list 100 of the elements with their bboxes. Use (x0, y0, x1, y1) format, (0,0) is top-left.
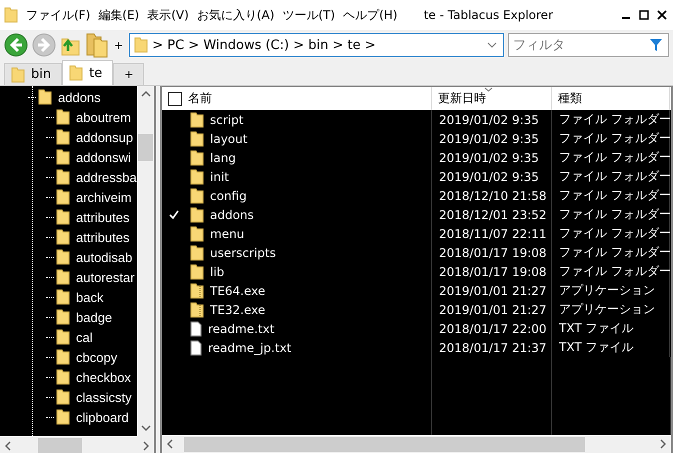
tab[interactable]: te (62, 60, 114, 85)
tree-item[interactable]: addons (38, 89, 101, 105)
folder-icon (56, 209, 70, 225)
scrollbar-thumb[interactable] (138, 134, 153, 161)
scrollbar-thumb[interactable] (38, 438, 82, 453)
modified-date: 2018/01/17 19:08 (439, 246, 547, 260)
file-name[interactable]: TE64.exe (210, 284, 266, 298)
maximize-icon[interactable] (639, 10, 649, 20)
close-icon[interactable] (657, 10, 667, 20)
file-name[interactable]: layout (210, 132, 248, 146)
file-name[interactable]: script (210, 112, 244, 126)
file-name[interactable]: readme_jp.txt (208, 340, 292, 354)
select-all-checkbox[interactable] (168, 92, 182, 106)
file-name[interactable]: TE32.exe (210, 302, 266, 316)
folder-icon (190, 264, 204, 280)
tree-item[interactable]: autorestar (56, 269, 135, 285)
folder-icon (56, 269, 70, 285)
file-name[interactable]: userscripts (210, 246, 276, 260)
column-header[interactable]: 更新日時 (432, 87, 552, 110)
tab[interactable]: bin (4, 63, 62, 85)
tree-item[interactable]: clipboard (56, 409, 129, 425)
top-nav-item[interactable]: ツール(T) (282, 6, 336, 24)
modified-date: 2018/01/17 22:00 (439, 322, 547, 336)
file-type: ファイル フォルダー (559, 263, 671, 280)
window-title: te - Tablacus Explorer (424, 8, 553, 22)
top-nav-item[interactable]: ヘルプ(H) (343, 6, 398, 24)
folder-icon (69, 65, 84, 81)
tree-item[interactable]: back (56, 289, 104, 305)
file-type: ファイル フォルダー (559, 187, 671, 204)
file-name[interactable]: menu (210, 226, 244, 240)
dropdown-icon[interactable] (487, 42, 498, 48)
row-checkbox[interactable] (168, 208, 180, 220)
folders-icon[interactable] (86, 32, 108, 58)
modified-date: 2019/01/01 21:27 (439, 284, 547, 298)
scroll-left-icon[interactable] (166, 439, 174, 449)
tree-item[interactable]: cbcopy (56, 349, 118, 365)
modified-date: 2018/01/17 21:37 (439, 340, 547, 354)
app-icon (4, 7, 18, 23)
tree-item[interactable]: classicsty (56, 389, 132, 405)
filter-icon[interactable] (649, 38, 663, 52)
app-icon (190, 302, 204, 318)
file-type: ファイル フォルダー (559, 225, 671, 242)
scroll-right-icon[interactable] (142, 440, 150, 450)
document-icon (190, 340, 202, 356)
file-name[interactable]: init (210, 170, 229, 184)
scroll-down-icon[interactable] (140, 424, 150, 432)
tree-item[interactable]: archiveim (56, 189, 132, 205)
modified-date: 2019/01/02 9:35 (439, 150, 539, 164)
file-type: ファイル フォルダー (559, 130, 671, 147)
tree-item[interactable]: attributes (56, 209, 130, 225)
file-name[interactable]: readme.txt (208, 322, 274, 336)
folder-icon (190, 130, 204, 146)
tree-item[interactable]: badge (56, 309, 112, 325)
folder-icon (190, 244, 204, 260)
scroll-up-icon[interactable] (140, 90, 150, 98)
tree-item[interactable]: autodisab (56, 249, 132, 265)
file-name[interactable]: lang (210, 150, 236, 164)
column-header[interactable]: 種類 (552, 87, 670, 110)
scroll-left-icon[interactable] (4, 440, 12, 450)
file-type: ファイル フォルダー (559, 206, 671, 223)
folder-icon (38, 89, 52, 105)
address-bar[interactable]: > PC > Windows (C:) > bin > te > (129, 33, 504, 57)
file-type: TXT ファイル (559, 339, 634, 356)
folder-icon (190, 168, 204, 184)
tree-item[interactable]: addonsup (56, 129, 134, 145)
file-name[interactable]: addons (210, 208, 254, 222)
folder-icon (134, 37, 148, 53)
modified-date: 2018/11/07 22:11 (439, 226, 547, 240)
tree-item[interactable]: addonswi (56, 149, 131, 165)
folder-icon (56, 229, 70, 245)
new-tab-button[interactable]: + (113, 63, 144, 85)
folder-icon (190, 150, 204, 166)
tree-item[interactable]: aboutrem (56, 109, 131, 125)
folder-icon (56, 349, 70, 365)
tree-item[interactable]: attributes (56, 229, 130, 245)
file-type: ファイル フォルダー (559, 149, 671, 166)
scroll-right-icon[interactable] (659, 439, 667, 449)
horizontal-scrollbar[interactable] (162, 435, 671, 453)
folder-icon (190, 226, 204, 242)
tree-item[interactable]: checkbox (56, 369, 131, 385)
tree-item[interactable]: cal (56, 329, 93, 345)
folder-icon (11, 66, 25, 82)
column-header[interactable]: 名前 (162, 87, 432, 110)
file-type: TXT ファイル (559, 320, 634, 337)
tree-item[interactable]: addressba (56, 169, 137, 185)
add-text[interactable]: + (114, 38, 124, 52)
file-name[interactable]: config (210, 188, 247, 202)
scrollbar-thumb[interactable] (184, 436, 585, 452)
modified-date: 2018/01/17 19:08 (439, 264, 547, 278)
filter-field[interactable]: フィルタ (508, 33, 669, 57)
modified-date: 2019/01/02 9:35 (439, 132, 539, 146)
folder-icon (56, 109, 70, 125)
top-nav-item[interactable]: 編集(E) (98, 6, 140, 24)
top-nav-item[interactable]: お気に入り(A) (196, 6, 274, 24)
top-nav-item[interactable]: ファイル(F) (26, 6, 90, 24)
modified-date: 2018/12/10 21:58 (439, 188, 547, 202)
folder-icon (56, 249, 70, 265)
top-nav-item[interactable]: 表示(V) (147, 6, 189, 24)
file-name[interactable]: lib (210, 264, 224, 278)
file-type: ファイル フォルダー (559, 168, 671, 185)
